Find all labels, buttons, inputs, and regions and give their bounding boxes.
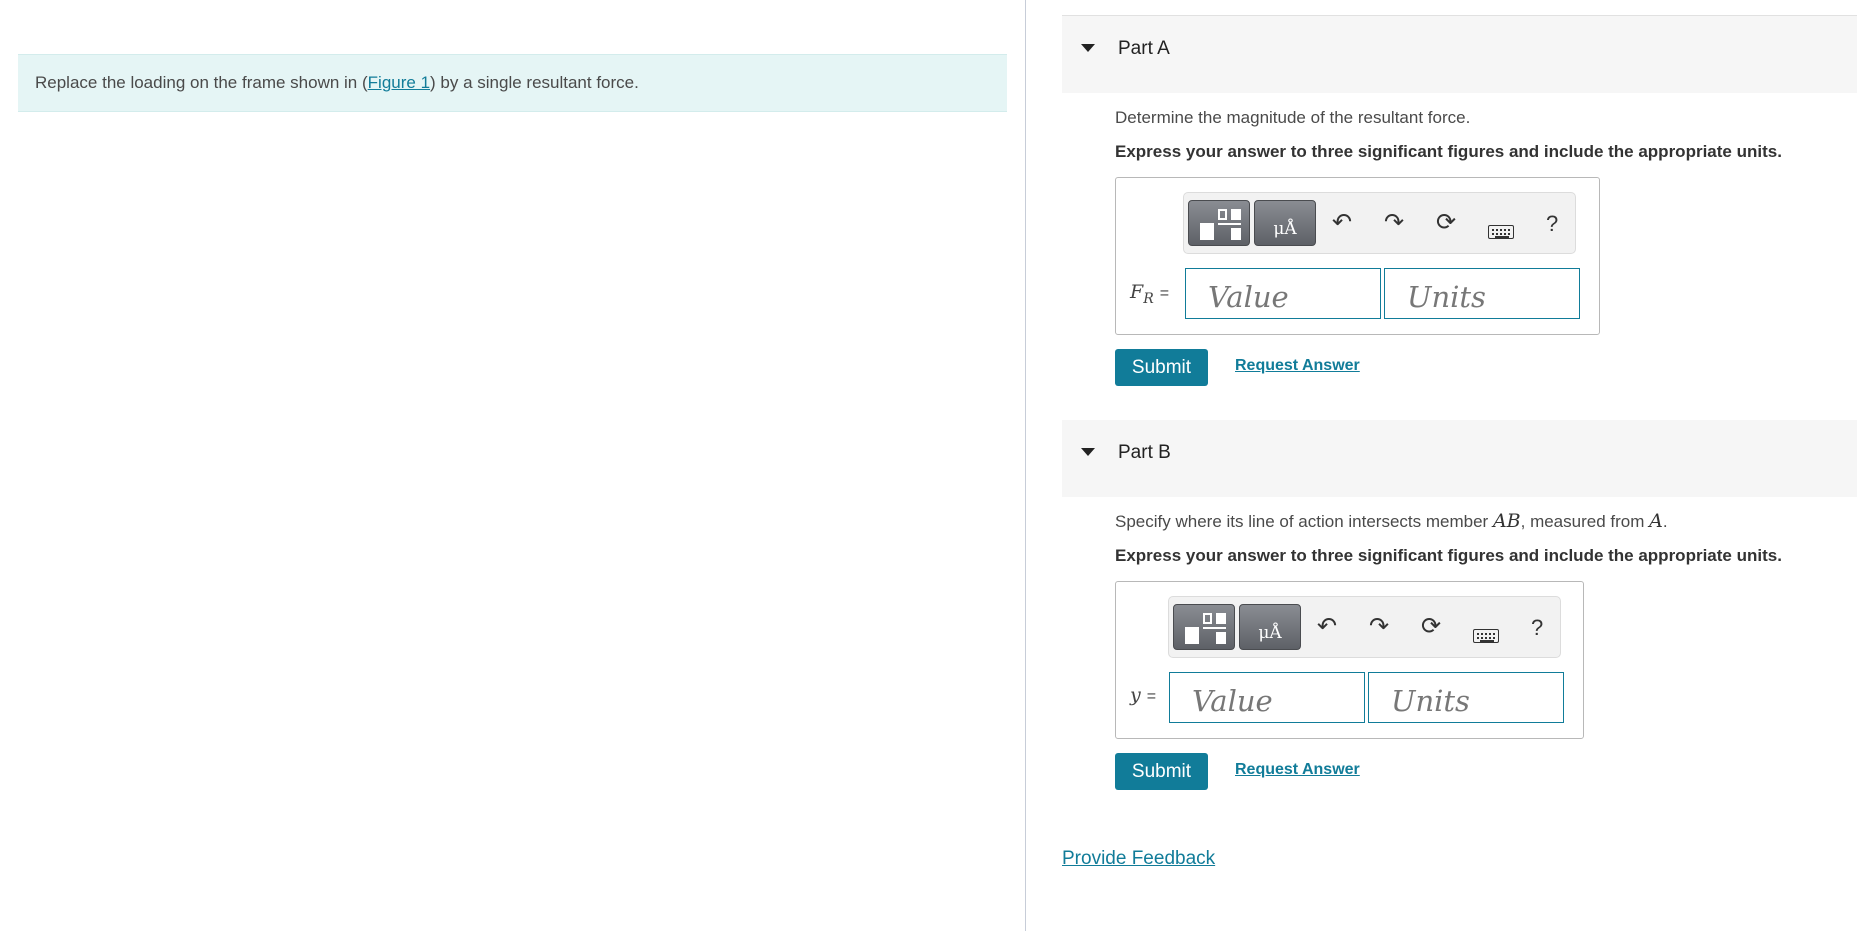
units-icon[interactable]: μÅ [1239, 604, 1301, 650]
part-b-answer-box: μÅ ↶ ↷ ⟳ ? y = [1115, 581, 1584, 739]
keyboard-icon[interactable] [1473, 629, 1499, 643]
part-a-units-input[interactable] [1384, 268, 1580, 319]
part-a-request-answer-link[interactable]: Request Answer [1235, 357, 1360, 375]
intro-suffix: ) by a single resultant force. [430, 73, 639, 92]
part-a-instruction: Express your answer to three significant… [1115, 142, 1782, 161]
part-a-prompt: Determine the magnitude of the resultant… [1115, 108, 1471, 127]
undo-icon[interactable]: ↶ [1317, 615, 1337, 639]
part-b-instruction: Express your answer to three significant… [1115, 546, 1782, 565]
collapse-caret-icon[interactable] [1081, 448, 1095, 456]
part-b-submit-button[interactable]: Submit [1115, 753, 1208, 790]
redo-icon[interactable]: ↷ [1369, 615, 1389, 639]
templates-icon[interactable] [1173, 604, 1235, 650]
undo-icon[interactable]: ↶ [1332, 211, 1352, 235]
part-b-request-answer-link[interactable]: Request Answer [1235, 761, 1360, 779]
help-icon[interactable]: ? [1546, 211, 1558, 237]
part-a-value-input[interactable] [1185, 268, 1381, 319]
part-b-value-input[interactable] [1169, 672, 1365, 723]
part-a-variable-label: FR = [1130, 281, 1170, 307]
part-b-units-input[interactable] [1368, 672, 1564, 723]
part-a-answer-box: μÅ ↶ ↷ ⟳ ? FR = [1115, 177, 1600, 335]
problem-statement: Replace the loading on the frame shown i… [18, 54, 1007, 112]
templates-icon[interactable] [1188, 200, 1250, 246]
part-b-title: Part B [1118, 442, 1171, 463]
part-b-header[interactable]: Part B [1062, 420, 1857, 497]
reset-icon[interactable]: ⟳ [1421, 615, 1441, 639]
figure-link[interactable]: Figure 1 [368, 73, 430, 92]
part-a-toolbar: μÅ ↶ ↷ ⟳ ? [1183, 192, 1576, 254]
reset-icon[interactable]: ⟳ [1436, 211, 1456, 235]
part-b-prompt: Specify where its line of action interse… [1115, 510, 1668, 532]
part-b-variable-label: y = [1130, 684, 1157, 706]
right-pane: Part A Determine the magnitude of the re… [1026, 0, 1857, 931]
help-icon[interactable]: ? [1531, 615, 1543, 641]
left-pane: Replace the loading on the frame shown i… [0, 0, 1025, 931]
part-a-submit-button[interactable]: Submit [1115, 349, 1208, 386]
redo-icon[interactable]: ↷ [1384, 211, 1404, 235]
collapse-caret-icon[interactable] [1081, 44, 1095, 52]
part-a-header[interactable]: Part A [1062, 16, 1857, 93]
units-icon[interactable]: μÅ [1254, 200, 1316, 246]
intro-prefix: Replace the loading on the frame shown i… [35, 73, 368, 92]
keyboard-icon[interactable] [1488, 225, 1514, 239]
part-b-toolbar: μÅ ↶ ↷ ⟳ ? [1168, 596, 1561, 658]
part-a-title: Part A [1118, 38, 1170, 59]
provide-feedback-link[interactable]: Provide Feedback [1062, 848, 1215, 870]
